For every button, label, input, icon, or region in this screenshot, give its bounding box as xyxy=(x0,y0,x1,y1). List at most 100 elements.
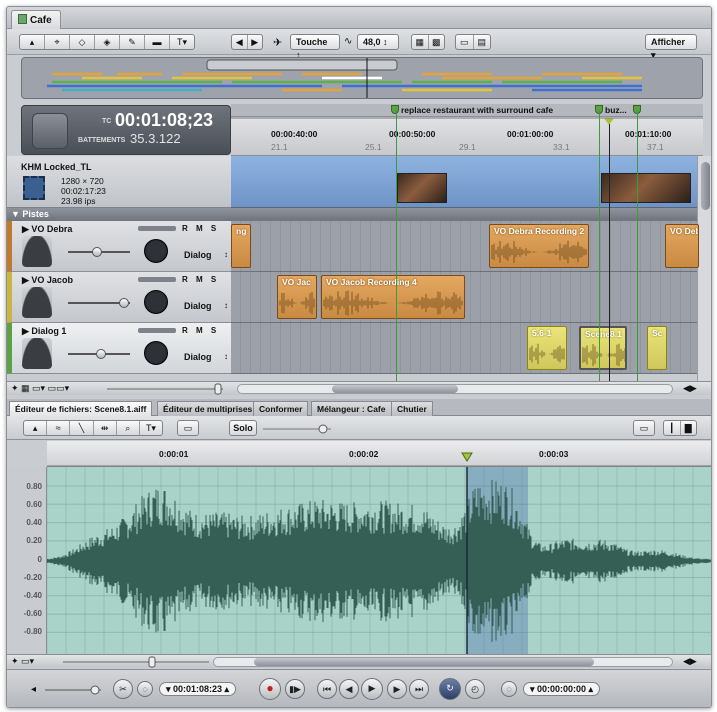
fit-icon[interactable]: ┃ xyxy=(664,421,681,435)
record-mute-solo[interactable]: R M S xyxy=(182,326,219,335)
editor-horizontal-scrollbar[interactable] xyxy=(213,657,673,667)
scroll-arrows-icon[interactable]: ◀▶ xyxy=(683,383,697,394)
scissors-icon[interactable]: ✂ xyxy=(113,679,133,699)
tracks-header[interactable]: ▼ Pistes xyxy=(7,208,697,221)
waveform-editor[interactable] xyxy=(47,467,711,654)
role-arrow-icon[interactable]: ↕ xyxy=(224,352,228,361)
tab-bin[interactable]: Chutier xyxy=(391,401,433,416)
video-track-header[interactable]: KHM Locked_TL 1280 × 720 00:02:17:23 23.… xyxy=(7,156,231,208)
volume-knob[interactable] xyxy=(96,349,106,359)
audio-clip[interactable]: VO Deb xyxy=(665,224,699,268)
track-role[interactable]: Dialog xyxy=(184,301,212,311)
tape-icon[interactable]: ▭ xyxy=(456,35,474,49)
go-to-end-button[interactable]: ⏭ xyxy=(409,679,429,699)
vertical-scrollbar[interactable] xyxy=(697,156,711,381)
track-role[interactable]: Dialog xyxy=(184,250,212,260)
track-name[interactable]: ▶ VO Jacob xyxy=(22,275,73,286)
audio-clip[interactable]: Sc xyxy=(647,326,667,370)
track-header-vo-debra[interactable]: ▶ VO Debra R M S Dialog ↕ xyxy=(7,221,231,272)
spectrum-icon[interactable]: ▇ xyxy=(681,421,697,435)
audio-clip[interactable]: 5.6-1 xyxy=(527,326,567,370)
scroll-arrows-icon[interactable]: ◀▶ xyxy=(683,656,697,667)
blade-icon[interactable]: ◇ xyxy=(70,35,95,49)
sync-icon[interactable]: ◌ xyxy=(501,681,517,697)
offset-timecode-field[interactable]: ▾ 00:00:00:00 ▴ xyxy=(523,682,601,696)
cycle-button[interactable]: ↻ xyxy=(439,678,461,700)
zoom-slider[interactable] xyxy=(107,383,227,395)
zoom-icon[interactable]: ⌕ xyxy=(117,421,140,435)
video-track[interactable] xyxy=(231,156,697,208)
volume-knob[interactable] xyxy=(119,298,129,308)
audio-clip[interactable]: VO Jacob Recording 4 xyxy=(321,275,465,319)
waveform-icon[interactable]: ≈ xyxy=(47,421,71,435)
tab-mixer[interactable]: Mélangeur : Cafe xyxy=(311,401,392,416)
scroll-thumb[interactable] xyxy=(701,162,710,210)
film-icon[interactable]: ▩ xyxy=(429,35,445,49)
timecode-display[interactable]: TC 00:01:08;23 BATTEMENTS 35.3.122 xyxy=(21,105,231,155)
track-lane-dialog-1[interactable]: 5.6-1 Scene8.1 Sc xyxy=(231,323,697,374)
envelope-icon[interactable]: ▬ xyxy=(145,35,170,49)
text-icon[interactable]: T▾ xyxy=(170,35,194,49)
track-lane-vo-debra[interactable]: ng VO Debra Recording 2 VO Deb xyxy=(231,221,699,272)
tab-file-editor[interactable]: Éditeur de fichiers: Scene8.1.aiff xyxy=(9,401,153,416)
timeline-ruler[interactable]: replace restaurant with surround cafe bu… xyxy=(231,104,703,156)
tab-multitake-editor[interactable]: Éditeur de multiprises xyxy=(157,401,259,416)
snap-mode-popup[interactable]: Touche ↕ xyxy=(290,34,340,60)
audio-clip[interactable]: VO Jac xyxy=(277,275,317,319)
role-arrow-icon[interactable]: ↕ xyxy=(224,250,228,259)
pencil-icon[interactable]: ╲ xyxy=(70,421,94,435)
solo-volume-slider[interactable] xyxy=(263,423,333,435)
playhead-timecode-field[interactable]: ▾ 00:01:08:23 ▴ xyxy=(159,682,237,696)
forward-icon[interactable]: ▶ xyxy=(248,35,263,49)
zoom-icon[interactable]: ✦ ▦ ▭▾ ▭▭▾ xyxy=(11,383,69,394)
editor-ruler[interactable]: 0:00:01 0:00:02 0:00:03 xyxy=(47,441,711,467)
snap-icon[interactable]: ✈ xyxy=(273,36,282,49)
snap-toggle-icon[interactable]: ◌ xyxy=(137,681,153,697)
solo-button[interactable]: Solo xyxy=(229,420,257,436)
audio-clip[interactable]: VO Debra Recording 2 xyxy=(489,224,589,268)
loop-button[interactable]: ◴ xyxy=(465,679,485,699)
loop-icon[interactable]: ▭ xyxy=(177,420,199,436)
arrow-icon[interactable]: ▴ xyxy=(24,421,48,435)
scroll-thumb[interactable] xyxy=(254,658,594,666)
audio-clip-selected[interactable]: Scene8.1 xyxy=(579,326,627,370)
record-mute-solo[interactable]: R M S xyxy=(182,275,219,284)
tab-cafe[interactable]: Cafe xyxy=(11,10,61,29)
pan-dial[interactable] xyxy=(144,341,168,365)
audio-clip[interactable]: ng xyxy=(231,224,251,268)
next-frame-button[interactable]: ▶ xyxy=(387,679,407,699)
go-to-start-button[interactable]: ⏮ xyxy=(317,679,337,699)
arrow-icon[interactable]: ▴ xyxy=(20,35,45,49)
play-from-start-button[interactable]: ▮▶ xyxy=(285,679,305,699)
track-name[interactable]: ▶ Dialog 1 xyxy=(22,326,66,337)
scrub-icon[interactable]: ⌖ xyxy=(45,35,70,49)
monitor-icon[interactable]: ▤ xyxy=(474,35,491,49)
timeline-overview[interactable] xyxy=(21,57,703,99)
afficher-popup[interactable]: Afficher ▾ xyxy=(645,34,697,60)
track-header-dialog-1[interactable]: ▶ Dialog 1 R M S Dialog ↕ xyxy=(7,323,231,374)
track-header-vo-jacob[interactable]: ▶ VO Jacob R M S Dialog ↕ xyxy=(7,272,231,323)
text-icon[interactable]: T▾ xyxy=(140,421,162,435)
zoom-icon[interactable]: ✦ ▭▾ xyxy=(11,656,34,667)
split-icon[interactable]: ⇹ xyxy=(94,421,117,435)
track-role[interactable]: Dialog xyxy=(184,352,212,362)
editor-zoom-slider[interactable] xyxy=(63,656,213,668)
volume-knob[interactable] xyxy=(92,247,102,257)
record-button[interactable]: ● xyxy=(259,678,281,700)
previous-frame-button[interactable]: ◀ xyxy=(339,679,359,699)
monitor-icon[interactable]: ▭ xyxy=(633,420,655,436)
scroll-thumb[interactable] xyxy=(332,385,458,393)
value-field[interactable]: 48,0 ↕ xyxy=(357,34,399,50)
role-arrow-icon[interactable]: ↕ xyxy=(224,301,228,310)
pan-dial[interactable] xyxy=(144,239,168,263)
pan-dial[interactable] xyxy=(144,290,168,314)
jog-icon[interactable] xyxy=(32,113,68,149)
track-lane-vo-jacob[interactable]: VO Jac VO Jacob Recording 4 xyxy=(231,272,697,323)
grid-icon[interactable]: ▦ xyxy=(412,35,429,49)
back-icon[interactable]: ◀ xyxy=(232,35,248,49)
record-mute-solo[interactable]: R M S xyxy=(182,224,219,233)
tab-conform[interactable]: Conformer xyxy=(253,401,309,416)
track-name[interactable]: ▶ VO Debra xyxy=(22,224,72,235)
play-button[interactable]: ▶ xyxy=(361,678,383,700)
range-icon[interactable]: ◈ xyxy=(95,35,120,49)
